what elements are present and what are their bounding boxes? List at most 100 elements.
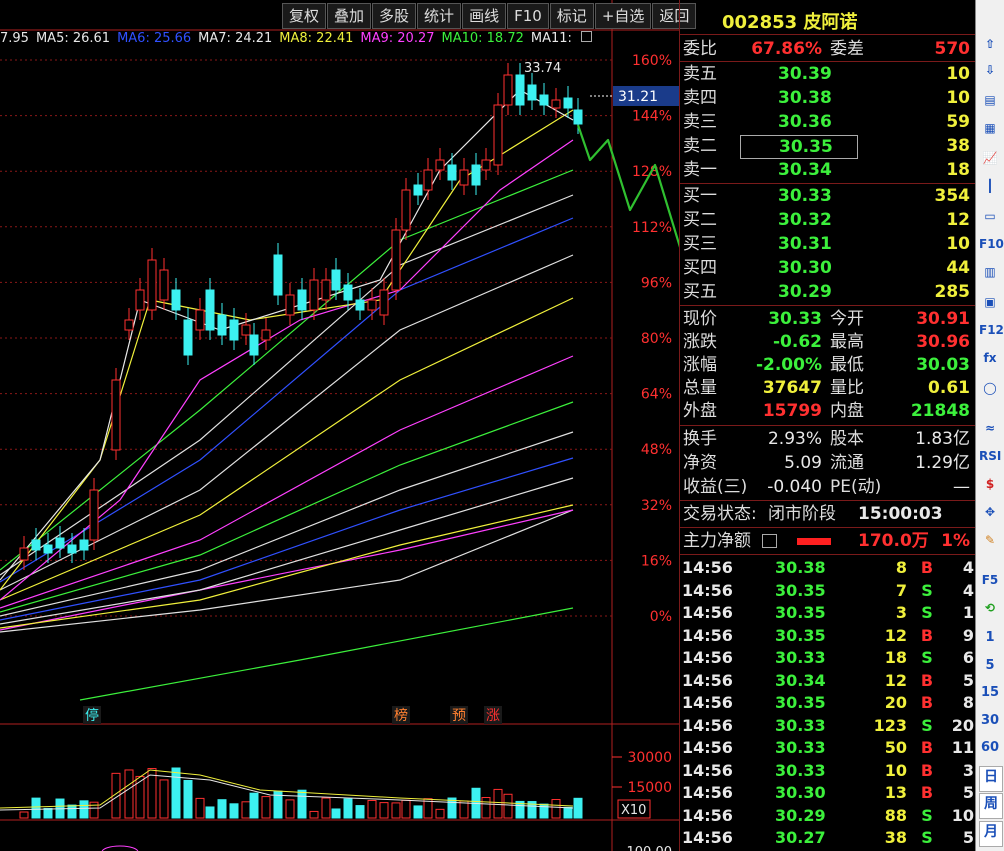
chart2-icon[interactable]: ▥	[979, 262, 1001, 282]
candlestick[interactable]	[573, 109, 583, 125]
candlestick[interactable]	[471, 164, 481, 186]
candlestick[interactable]	[19, 547, 29, 561]
candlestick[interactable]	[159, 269, 169, 301]
candlestick[interactable]	[31, 539, 41, 551]
grid-icon[interactable]: ▦	[979, 118, 1001, 138]
candlestick[interactable]	[171, 289, 181, 311]
bid-row-1[interactable]: 买二 30.32 12	[680, 209, 972, 231]
candlestick[interactable]	[413, 184, 423, 196]
ask-row-1[interactable]: 卖四 30.38 10	[680, 87, 972, 109]
candlestick[interactable]	[447, 164, 457, 181]
candlestick[interactable]	[285, 294, 295, 316]
ask-row-4[interactable]: 卖一 30.34 18	[680, 159, 972, 181]
kline-chart[interactable]: 160%144%128%112%96%80%64%48%32%16%0%31.2…	[0, 0, 679, 851]
candlestick[interactable]	[205, 289, 215, 331]
candlestick[interactable]	[391, 229, 401, 291]
line-chart-icon[interactable]: 📈	[979, 148, 1001, 168]
toolbar-btn-5[interactable]: F10	[507, 3, 549, 29]
candlestick[interactable]	[367, 299, 377, 311]
ask-row-2[interactable]: 卖三 30.36 59	[680, 111, 972, 133]
legend-toggle-icon[interactable]	[580, 31, 592, 42]
period-5[interactable]: 日	[979, 765, 1003, 792]
candlestick[interactable]	[261, 329, 271, 341]
f10-icon[interactable]: F10	[979, 234, 1004, 254]
candlestick[interactable]	[435, 159, 445, 171]
candlestick[interactable]	[379, 289, 389, 316]
candlestick[interactable]	[401, 189, 411, 231]
candlestick[interactable]	[89, 489, 99, 541]
candlestick[interactable]	[229, 319, 239, 341]
refresh-icon[interactable]: ⟲	[979, 598, 1001, 618]
period-0[interactable]: 1	[979, 628, 1001, 648]
window-icon[interactable]: ▭	[979, 206, 1001, 226]
flow-detail-icon[interactable]	[762, 534, 777, 548]
candlestick[interactable]	[217, 314, 227, 336]
candlestick[interactable]	[459, 169, 469, 186]
event-marker-3[interactable]: 涨	[486, 708, 500, 724]
candlestick[interactable]	[321, 279, 331, 301]
candlestick[interactable]	[551, 99, 561, 109]
list-icon[interactable]: ▤	[979, 90, 1001, 110]
toolbar-btn-6[interactable]: 标记	[549, 3, 594, 29]
event-marker-1[interactable]: 榜	[394, 707, 408, 724]
candlestick[interactable]	[111, 379, 121, 451]
candlestick[interactable]	[67, 544, 77, 554]
candlestick[interactable]	[503, 74, 513, 106]
ask-row-3[interactable]: 卖二 30.35 38	[680, 135, 972, 159]
period-4[interactable]: 60	[979, 738, 1001, 758]
candlestick[interactable]	[423, 169, 433, 191]
candlestick[interactable]	[273, 254, 283, 296]
candlestick[interactable]	[527, 84, 537, 101]
pencil-icon[interactable]: ✎	[979, 530, 1001, 550]
fx-icon[interactable]: fx	[979, 348, 1001, 368]
doc-icon[interactable]: ▣	[979, 292, 1001, 312]
candlestick[interactable]	[79, 539, 89, 551]
candlestick[interactable]	[241, 324, 251, 336]
event-marker-2[interactable]: 预	[452, 708, 466, 724]
move-icon[interactable]: ✥	[979, 502, 1001, 522]
bid-row-3[interactable]: 买四 30.30 44	[680, 257, 972, 279]
period-2[interactable]: 15	[979, 683, 1001, 703]
candle-icon[interactable]: ┃	[979, 176, 1001, 196]
arrow-down-icon[interactable]: ⇩	[979, 60, 1001, 80]
f12-icon[interactable]: F12	[979, 320, 1004, 340]
event-marker-0[interactable]: 停	[85, 707, 99, 724]
candlestick[interactable]	[309, 279, 319, 311]
candlestick[interactable]	[183, 319, 193, 356]
arrow-up-icon[interactable]: ⇧	[979, 34, 1001, 54]
dollar-icon[interactable]: $	[979, 474, 1001, 494]
candlestick[interactable]	[331, 269, 341, 291]
candlestick[interactable]	[539, 94, 549, 106]
candlestick[interactable]	[147, 259, 157, 311]
candlestick[interactable]	[135, 289, 145, 311]
toolbar-btn-4[interactable]: 画线	[462, 3, 507, 29]
wave-icon[interactable]: ≈	[979, 418, 1001, 438]
bid-row-0[interactable]: 买一 30.33 354	[680, 185, 972, 207]
candlestick[interactable]	[343, 284, 353, 301]
period-6[interactable]: 周	[979, 793, 1003, 819]
candlestick[interactable]	[249, 334, 259, 356]
candlestick[interactable]	[43, 544, 53, 554]
toolbar-btn-3[interactable]: 统计	[417, 3, 462, 29]
candlestick[interactable]	[55, 537, 65, 549]
candlestick[interactable]	[124, 319, 134, 331]
toolbar-btn-2[interactable]: 多股	[372, 3, 417, 29]
toolbar-btn-1[interactable]: 叠加	[327, 3, 372, 29]
candlestick[interactable]	[563, 97, 573, 109]
toolbar-btn-0[interactable]: 复权	[282, 3, 327, 29]
bid-row-4[interactable]: 买五 30.29 285	[680, 281, 972, 303]
period-7[interactable]: 月	[979, 820, 1003, 847]
candlestick[interactable]	[515, 74, 525, 106]
period-1[interactable]: 5	[979, 656, 1001, 676]
toolbar-btn-7[interactable]: +自选	[594, 3, 652, 29]
period-3[interactable]: 30	[979, 711, 1001, 731]
bid-row-2[interactable]: 买三 30.31 10	[680, 233, 972, 255]
candlestick[interactable]	[195, 309, 205, 331]
ask-row-0[interactable]: 卖五 30.39 10	[680, 63, 972, 85]
f5-icon[interactable]: F5	[979, 570, 1001, 590]
circle-icon[interactable]: ◯	[979, 378, 1001, 398]
candlestick[interactable]	[297, 289, 307, 311]
candlestick[interactable]	[481, 159, 491, 171]
rsi-icon[interactable]: RSI	[979, 446, 1001, 466]
candlestick[interactable]	[493, 104, 503, 166]
